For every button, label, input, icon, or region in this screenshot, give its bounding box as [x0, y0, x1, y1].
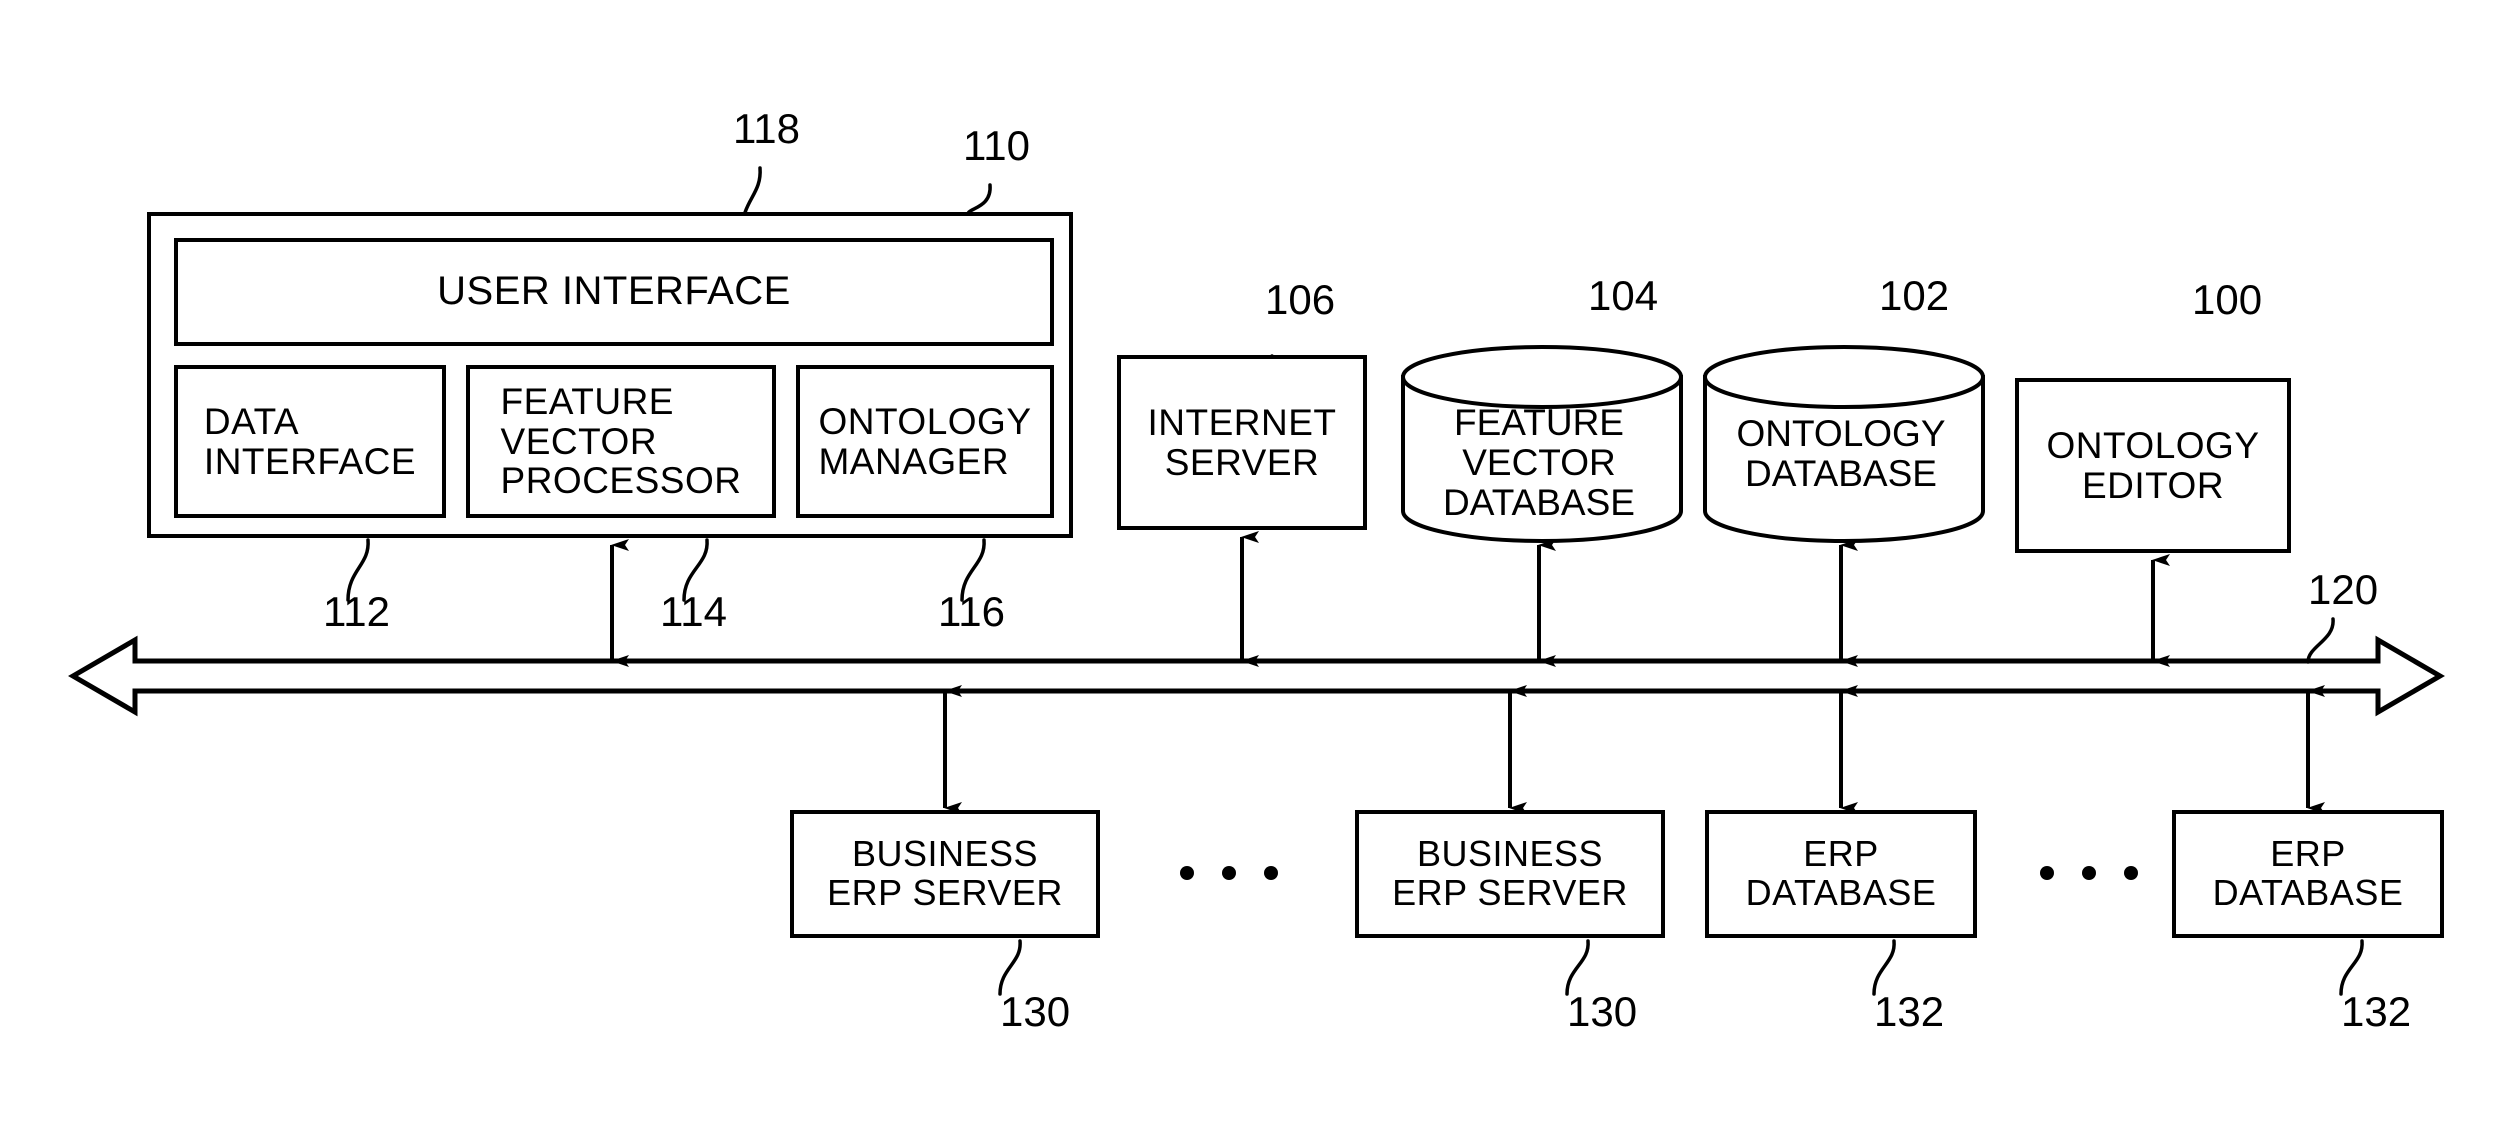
ref-numeral-110: 110: [963, 122, 1030, 169]
erp-database-label-1: ERP DATABASE: [1745, 833, 1937, 913]
ontology-editor-box[interactable]: ONTOLOGY EDITOR: [2015, 378, 2291, 553]
ellipsis-dot: [2124, 866, 2138, 880]
patent-figure: USER INTERFACE DATA INTERFACE FEATURE VE…: [0, 0, 2501, 1141]
ellipsis-dot: [1180, 866, 1194, 880]
data-interface-box[interactable]: DATA INTERFACE: [174, 365, 446, 518]
data-interface-label: DATA INTERFACE: [203, 400, 417, 482]
ref-numeral-106: 106: [1265, 276, 1336, 323]
ellipsis-dot: [2040, 866, 2054, 880]
ref-numeral-130-right: 130: [1567, 988, 1638, 1035]
ontology-manager-box[interactable]: ONTOLOGY MANAGER: [796, 365, 1054, 518]
connector-layer: [68, 166, 2445, 996]
system-module-container: USER INTERFACE DATA INTERFACE FEATURE VE…: [147, 212, 1073, 538]
ellipsis-business-erp-servers: [1180, 866, 1278, 880]
ref-numeral-130-left: 130: [1000, 988, 1071, 1035]
ellipsis-dot: [1264, 866, 1278, 880]
ref-numeral-132-left: 132: [1874, 988, 1945, 1035]
user-interface-label: USER INTERFACE: [437, 269, 791, 314]
erp-database-box-1[interactable]: ERP DATABASE: [1705, 810, 1977, 938]
internet-server-label: INTERNET SERVER: [1147, 401, 1337, 483]
ellipsis-erp-databases: [2040, 866, 2138, 880]
ontology-editor-label: ONTOLOGY EDITOR: [2046, 424, 2260, 506]
ontology-database-cylinder[interactable]: ONTOLOGY DATABASE: [1702, 348, 1980, 538]
internet-server-box[interactable]: INTERNET SERVER: [1117, 355, 1367, 530]
business-erp-server-label-1: BUSINESS ERP SERVER: [827, 833, 1063, 913]
feature-vector-processor-box[interactable]: FEATURE VECTOR PROCESSOR: [466, 365, 776, 518]
bus-connectors-bottom: [943, 685, 2325, 814]
ellipsis-dot: [1222, 866, 1236, 880]
ref-numeral-120: 120: [2308, 566, 2379, 613]
feature-vector-database-cylinder[interactable]: FEATURE VECTOR DATABASE: [1400, 348, 1678, 538]
ref-numeral-102: 102: [1879, 272, 1950, 319]
ref-numeral-100: 100: [2192, 276, 2263, 323]
system-bus: [68, 635, 2445, 717]
ref-numeral-116: 116: [938, 588, 1005, 635]
ref-numeral-114: 114: [660, 588, 727, 635]
ref-numeral-112: 112: [323, 588, 390, 635]
ontology-database-label: ONTOLOGY DATABASE: [1736, 413, 1946, 494]
business-erp-server-label-2: BUSINESS ERP SERVER: [1392, 833, 1628, 913]
ref-numeral-132-right: 132: [2341, 988, 2412, 1035]
erp-database-label-2: ERP DATABASE: [2212, 833, 2404, 913]
business-erp-server-box-1[interactable]: BUSINESS ERP SERVER: [790, 810, 1100, 938]
feature-vector-processor-label: FEATURE VECTOR PROCESSOR: [500, 380, 742, 502]
ref-numeral-118: 118: [733, 105, 800, 152]
business-erp-server-box-2[interactable]: BUSINESS ERP SERVER: [1355, 810, 1665, 938]
erp-database-box-2[interactable]: ERP DATABASE: [2172, 810, 2444, 938]
bus-connectors-top: [610, 531, 2170, 667]
ellipsis-dot: [2082, 866, 2096, 880]
feature-vector-database-label: FEATURE VECTOR DATABASE: [1443, 402, 1635, 523]
user-interface-box[interactable]: USER INTERFACE: [174, 238, 1054, 346]
ontology-manager-label: ONTOLOGY MANAGER: [818, 400, 1032, 482]
ref-numeral-104: 104: [1588, 272, 1659, 319]
